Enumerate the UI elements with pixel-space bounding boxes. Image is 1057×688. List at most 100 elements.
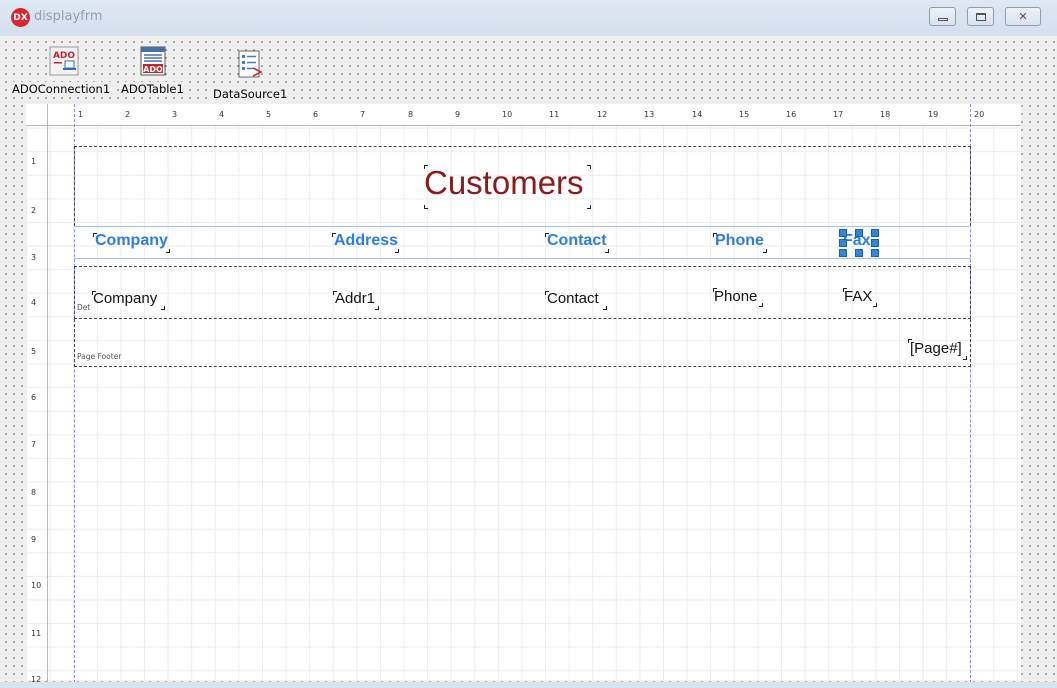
selection-corner [713, 288, 717, 292]
ruler-top-number: 7 [360, 110, 366, 119]
ruler-left-number: 7 [31, 440, 37, 449]
ruler-top-number: 14 [692, 110, 703, 119]
selection-corner [424, 205, 428, 209]
resize-handle[interactable] [839, 249, 847, 257]
selection-corner [605, 249, 609, 253]
resize-handle[interactable] [839, 239, 847, 247]
ruler-left-number: 1 [31, 157, 37, 166]
close-icon: ✕ [1018, 10, 1028, 23]
ado-table-icon: ADO [140, 46, 166, 76]
report-title-text: Customers [424, 164, 584, 201]
svg-text:ADO: ADO [53, 51, 75, 61]
ruler-divider [26, 125, 1021, 126]
component-label: ADOConnection1 [11, 82, 112, 96]
report-title-label[interactable]: Customers [424, 164, 584, 202]
resize-handle[interactable] [855, 249, 863, 257]
detail-fax-field[interactable]: FAX [844, 288, 872, 305]
ruler-left-number: 8 [31, 488, 37, 497]
selection-corner [92, 291, 96, 295]
detail-phone-field[interactable]: Phone [714, 288, 757, 305]
resize-handle[interactable] [871, 239, 879, 247]
ruler-top-number: 2 [125, 110, 131, 119]
designer-window: DX displayfrm ✕ ADO ADOConnection1 ADO A… [0, 0, 1057, 688]
selection-corner [713, 233, 717, 237]
resize-handle[interactable] [871, 229, 879, 237]
ruler-left-number: 6 [31, 393, 37, 402]
selection-corner [963, 356, 967, 360]
ruler-top-number: 1 [78, 110, 84, 119]
ruler-top-number: 10 [502, 110, 513, 119]
ruler-left-number: 9 [31, 535, 37, 544]
resize-handle[interactable] [871, 249, 879, 257]
ruler-left-number: 4 [31, 298, 37, 307]
header-address-label[interactable]: Address [334, 232, 398, 250]
header-contact-label[interactable]: Contact [547, 232, 607, 250]
selection-corner [395, 249, 399, 253]
close-button[interactable]: ✕ [1005, 7, 1041, 26]
datasource-icon [238, 50, 263, 78]
resize-handle[interactable] [855, 229, 863, 237]
selection-corner [759, 303, 763, 307]
datasource-component[interactable] [233, 48, 265, 80]
selection-corner [603, 306, 607, 310]
detail-addr1-field[interactable]: Addr1 [335, 290, 375, 307]
ruler-left-number: 10 [31, 581, 42, 590]
ruler-top-number: 5 [266, 110, 272, 119]
header-phone-label[interactable]: Phone [715, 232, 764, 250]
detail-band[interactable] [74, 266, 971, 319]
resize-handle[interactable] [839, 229, 847, 237]
ruler-top-number: 4 [219, 110, 225, 119]
selection-corner [587, 205, 591, 209]
ruler-top-number: 6 [313, 110, 319, 119]
selection-corner [545, 291, 549, 295]
minimize-icon [937, 18, 948, 21]
ruler-top-number: 12 [597, 110, 608, 119]
ado-connection-component[interactable]: ADO [48, 45, 80, 77]
selection-corner [375, 306, 379, 310]
detail-band-tag: Det [77, 303, 91, 312]
page-footer-band[interactable] [74, 319, 971, 367]
app-logo-icon: DX [11, 8, 30, 27]
svg-text:ADO: ADO [143, 65, 163, 74]
selection-corner [166, 249, 170, 253]
minimize-button[interactable] [929, 7, 956, 26]
ruler-top-number: 3 [172, 110, 178, 119]
component-label: DataSource1 [212, 87, 289, 101]
selection-corner [843, 288, 847, 292]
ruler-left-number: 3 [31, 253, 37, 262]
detail-company-field[interactable]: Company [93, 290, 157, 307]
ruler-top-number: 16 [786, 110, 797, 119]
detail-contact-field[interactable]: Contact [547, 290, 599, 307]
maximize-button[interactable] [967, 7, 994, 26]
selection-corner [161, 306, 165, 310]
header-company-label[interactable]: Company [95, 232, 168, 250]
ruler-top-number: 17 [833, 110, 844, 119]
ruler-left-number: 11 [31, 629, 42, 638]
ado-table-component[interactable]: ADO [137, 45, 169, 77]
window-bottom-border [0, 682, 1057, 688]
ruler-top-number: 9 [455, 110, 461, 119]
column-header-band[interactable] [74, 226, 971, 259]
title-bar[interactable]: DX displayfrm ✕ [0, 0, 1057, 36]
component-label: ADOTable1 [120, 82, 185, 96]
maximize-icon [975, 12, 986, 21]
ruler-divider [47, 104, 48, 688]
ruler-top-number: 15 [739, 110, 750, 119]
ado-connection-icon: ADO [49, 46, 79, 76]
selection-corner [587, 165, 591, 169]
ruler-top-number: 11 [549, 110, 560, 119]
selection-corner [763, 249, 767, 253]
selection-corner [424, 165, 428, 169]
selection-corner [333, 291, 337, 295]
ruler-left-number: 2 [31, 206, 37, 215]
selection-corner [93, 233, 97, 237]
selection-corner [908, 339, 912, 343]
page-footer-band-tag: Page Footer [77, 352, 122, 361]
ruler-top-number: 19 [928, 110, 939, 119]
ruler-top-number: 20 [974, 110, 985, 119]
page-number-field[interactable]: [Page#] [910, 340, 962, 357]
selection-corner [545, 233, 549, 237]
ruler-top-number: 13 [644, 110, 655, 119]
ruler-top-number: 18 [880, 110, 891, 119]
ruler-top-number: 8 [408, 110, 414, 119]
